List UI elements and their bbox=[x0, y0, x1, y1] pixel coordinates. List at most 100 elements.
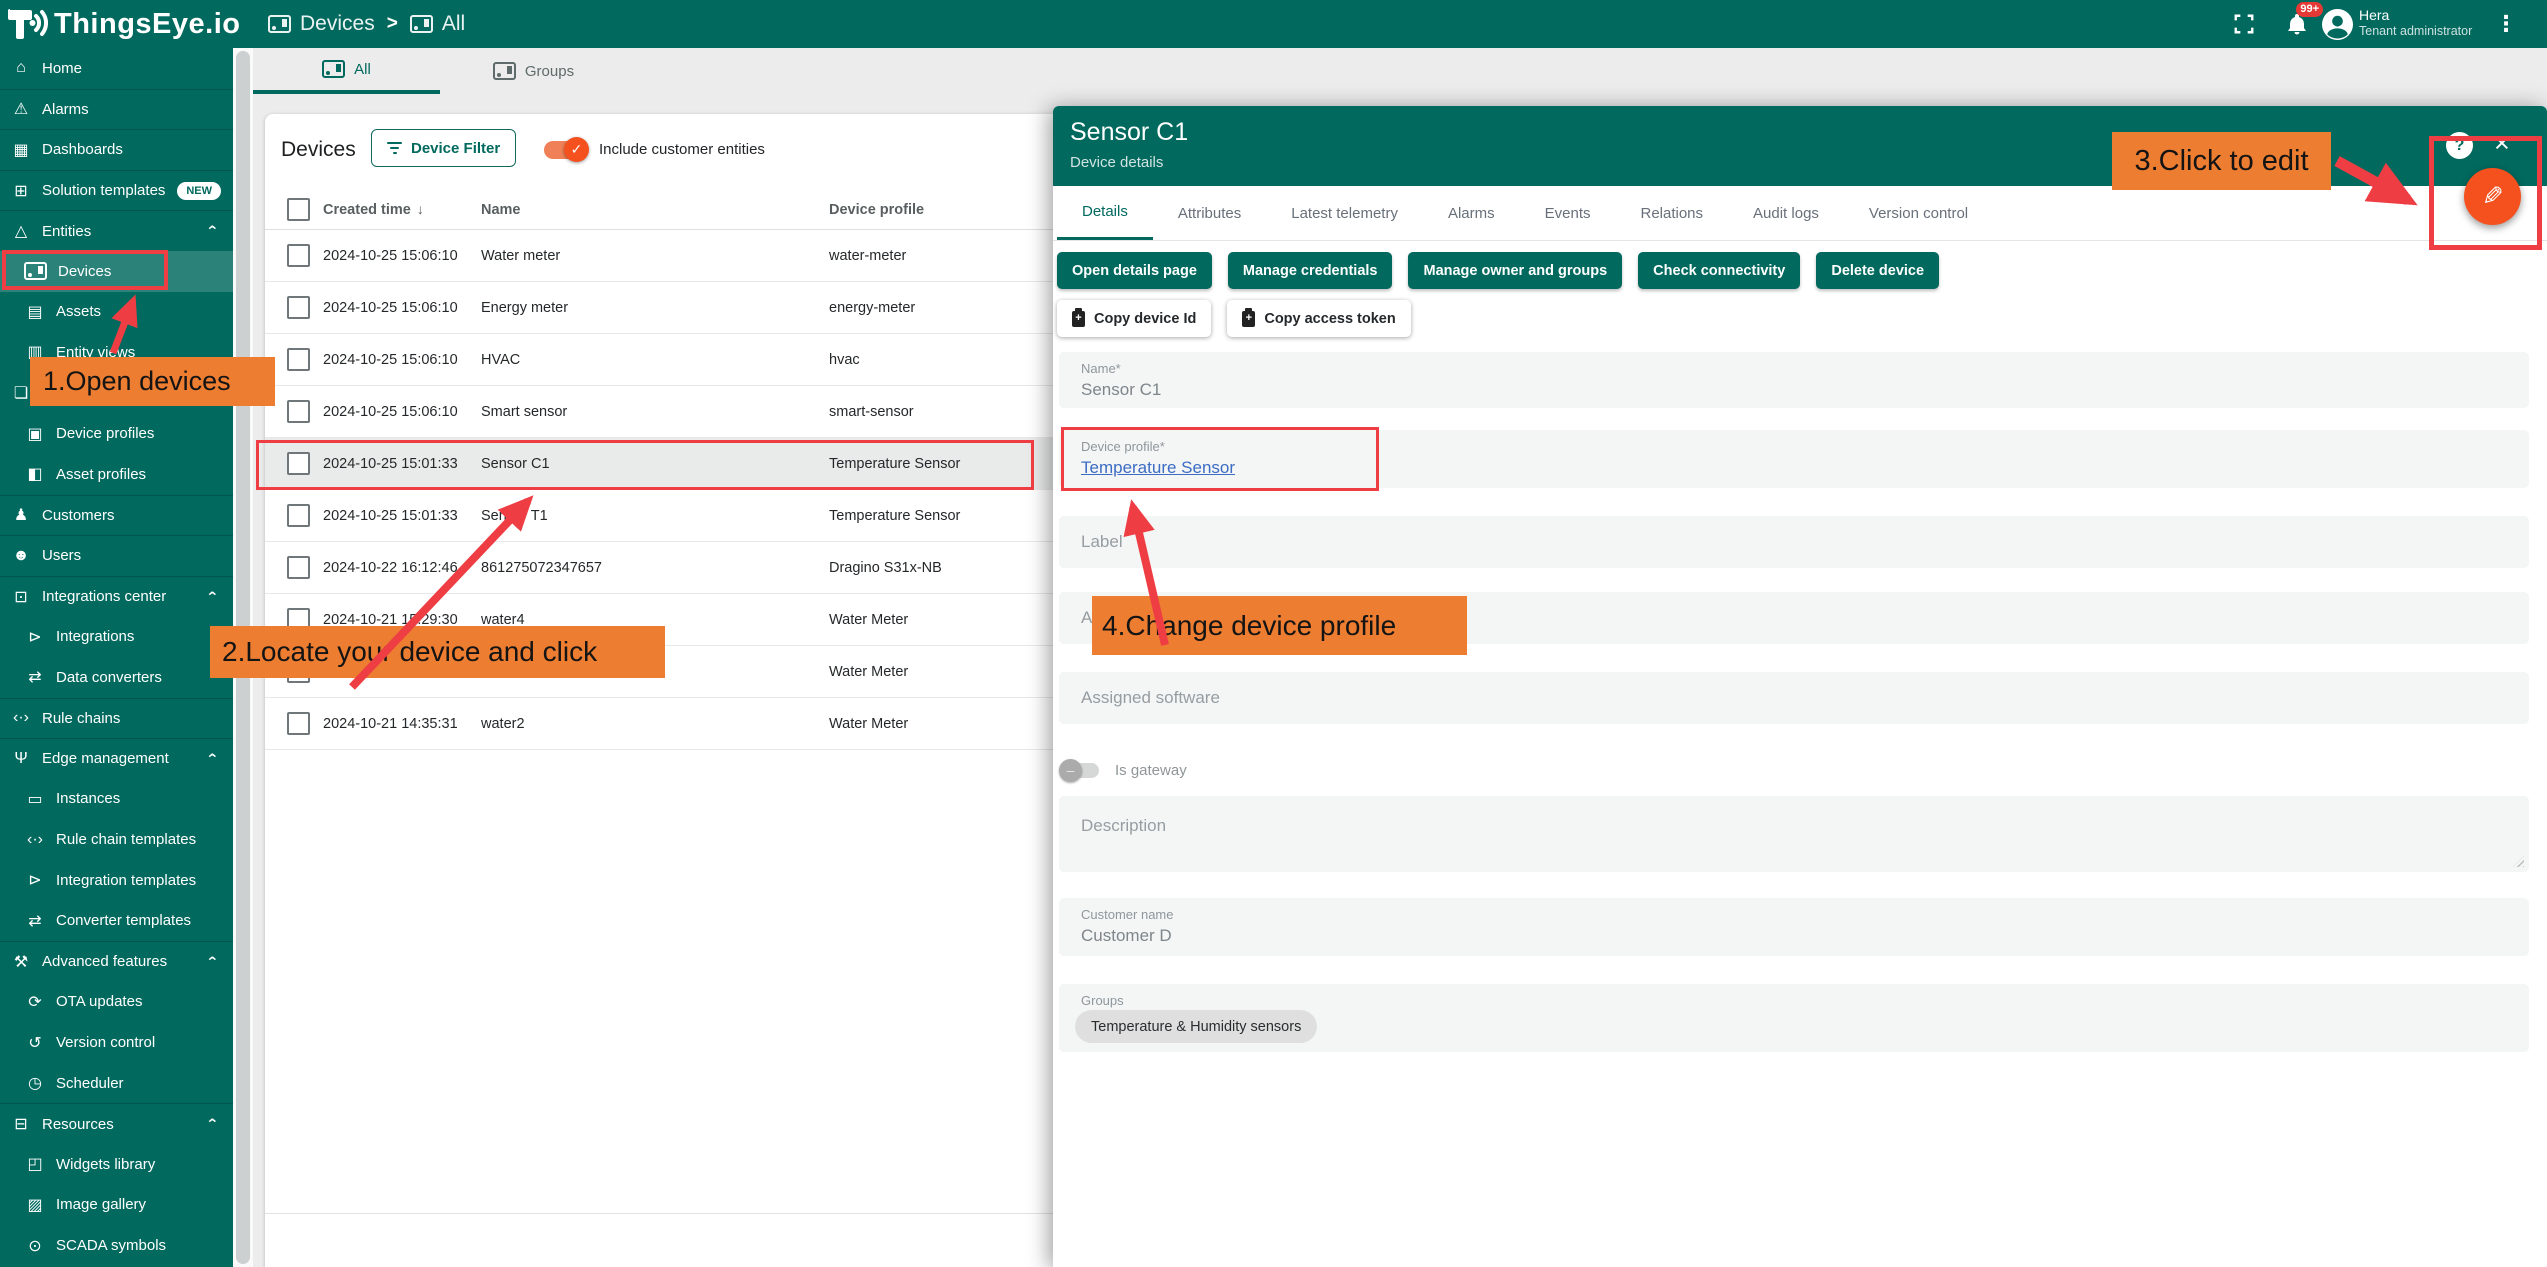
fullscreen-icon[interactable] bbox=[2233, 13, 2255, 35]
sidebar-item-integration-templates[interactable]: ⊳ Integration templates bbox=[0, 860, 233, 901]
panel-tab-alarms[interactable]: Alarms bbox=[1423, 186, 1520, 240]
sidebar-item-ota-updates[interactable]: ⟳OTA updates bbox=[0, 982, 233, 1023]
row-checkbox[interactable] bbox=[287, 504, 310, 527]
tab-all[interactable]: All bbox=[253, 48, 440, 94]
is-gateway-label: Is gateway bbox=[1115, 762, 1187, 779]
sidebar-item-dashboards[interactable]: ▦Dashboards bbox=[0, 129, 233, 170]
highlight-box-device-row bbox=[256, 440, 1034, 490]
row-checkbox[interactable] bbox=[287, 712, 310, 735]
row-checkbox[interactable] bbox=[287, 348, 310, 371]
avatar[interactable] bbox=[2322, 9, 2353, 40]
resize-handle-icon[interactable] bbox=[2513, 856, 2524, 867]
sidebar-item-label: Asset profiles bbox=[56, 466, 233, 483]
breadcrumb-devices[interactable]: Devices bbox=[268, 12, 375, 36]
select-all-checkbox[interactable] bbox=[287, 198, 310, 221]
sidebar-item-converter-templates[interactable]: ⇄Converter templates bbox=[0, 900, 233, 941]
sidebar-item-scada-symbols[interactable]: ⊙SCADA symbols bbox=[0, 1225, 233, 1266]
manage-owner-and-groups-button[interactable]: Manage owner and groups bbox=[1408, 252, 1622, 289]
groups-field: Groups Temperature & Humidity sensors bbox=[1059, 984, 2529, 1052]
sidebar-item-users[interactable]: ☻Users bbox=[0, 535, 233, 576]
panel-tab-audit-logs[interactable]: Audit logs bbox=[1728, 186, 1844, 240]
sidebar-item-data-converters[interactable]: ⇄Data converters bbox=[0, 657, 233, 698]
device-icon bbox=[322, 60, 345, 78]
sidebar-item-instances[interactable]: ▭Instances bbox=[0, 779, 233, 820]
instances-icon: ▭ bbox=[24, 789, 46, 809]
cell-name: HVAC bbox=[481, 352, 829, 368]
sidebar-item-edge-management[interactable]: ΨEdge management⌃ bbox=[0, 738, 233, 779]
panel-tab-details[interactable]: Details bbox=[1057, 186, 1153, 240]
sidebar-item-version-control[interactable]: ↺Version control bbox=[0, 1022, 233, 1063]
check-connectivity-button[interactable]: Check connectivity bbox=[1638, 252, 1800, 289]
chevron-up-icon: ⌃ bbox=[206, 953, 219, 970]
sidebar-item-customers[interactable]: ♟ Customers bbox=[0, 495, 233, 536]
chevron-up-icon: ⌃ bbox=[206, 588, 219, 605]
panel-tab-latest-telemetry[interactable]: Latest telemetry bbox=[1266, 186, 1423, 240]
include-customer-entities-toggle[interactable]: ✓ bbox=[544, 141, 586, 159]
integration-templates-icon: ⊳ bbox=[24, 870, 46, 890]
sidebar-item-label: Integration templates bbox=[56, 872, 233, 889]
cell-created: 2024-10-25 15:06:10 bbox=[323, 300, 481, 316]
delete-device-button[interactable]: Delete device bbox=[1816, 252, 1939, 289]
description-placeholder: Description bbox=[1081, 816, 1166, 836]
sidebar-item-integrations[interactable]: ⊳Integrations bbox=[0, 616, 233, 657]
sidebar-item-home[interactable]: ⌂Home bbox=[0, 48, 233, 89]
description-field[interactable]: Description bbox=[1059, 796, 2529, 872]
sidebar-item-label: Alarms bbox=[42, 101, 233, 118]
panel-tab-version-control[interactable]: Version control bbox=[1844, 186, 1993, 240]
manage-credentials-button[interactable]: Manage credentials bbox=[1228, 252, 1393, 289]
sidebar-item-asset-profiles[interactable]: ◧Asset profiles bbox=[0, 454, 233, 495]
copy-access-token-button[interactable]: Copy access token bbox=[1227, 300, 1410, 337]
sidebar-item-label: Customers bbox=[42, 507, 233, 524]
column-name[interactable]: Name bbox=[481, 202, 829, 218]
panel-tab-events[interactable]: Events bbox=[1520, 186, 1616, 240]
copy-device-id-button[interactable]: Copy device Id bbox=[1057, 300, 1211, 337]
sidebar-item-advanced-features[interactable]: ⚒Advanced features⌃ bbox=[0, 941, 233, 982]
tab-groups[interactable]: Groups bbox=[440, 48, 627, 94]
sidebar-item-assets[interactable]: ▤Assets bbox=[0, 292, 233, 333]
field-name[interactable]: Name*Sensor C1 bbox=[1059, 352, 2529, 408]
open-details-page-button[interactable]: Open details page bbox=[1057, 252, 1212, 289]
sidebar-item-integrations-center[interactable]: ⊡Integrations center⌃ bbox=[0, 576, 233, 617]
logo[interactable]: ThingsEye.io bbox=[8, 7, 240, 41]
copy-label: Copy access token bbox=[1264, 311, 1395, 327]
sidebar-item-widgets-library[interactable]: ◰Widgets library bbox=[0, 1144, 233, 1185]
sidebar-item-rule-chain-templates[interactable]: ‹·›Rule chain templates bbox=[0, 819, 233, 860]
sidebar-item-rule-chains[interactable]: ‹·›Rule chains bbox=[0, 698, 233, 739]
sidebar-item-resources[interactable]: ⊟Resources⌃ bbox=[0, 1103, 233, 1144]
panel-copy-actions: Copy device Id Copy access token bbox=[1057, 300, 1411, 337]
cell-name: Energy meter bbox=[481, 300, 829, 316]
sidebar-item-alarms[interactable]: ⚠Alarms bbox=[0, 89, 233, 130]
rule-chain-templates-icon: ‹·› bbox=[24, 831, 46, 849]
user-info[interactable]: Hera Tenant administrator bbox=[2359, 7, 2487, 39]
highlight-box-device-profile bbox=[1061, 427, 1379, 491]
customer-name-value: Customer D bbox=[1081, 926, 1172, 946]
sidebar-item-solution-templates[interactable]: ⊞Solution templatesNEW bbox=[0, 170, 233, 211]
row-checkbox[interactable] bbox=[287, 244, 310, 267]
row-checkbox[interactable] bbox=[287, 296, 310, 319]
widgets-library-icon: ◰ bbox=[24, 1154, 46, 1174]
breadcrumb-all[interactable]: All bbox=[410, 12, 465, 36]
device-filter-label: Device Filter bbox=[411, 140, 500, 157]
is-gateway-toggle[interactable]: – bbox=[1061, 763, 1099, 778]
panel-tab-attributes[interactable]: Attributes bbox=[1153, 186, 1266, 240]
is-gateway-row: – Is gateway bbox=[1061, 756, 1187, 784]
field-label[interactable]: Label bbox=[1059, 516, 2529, 568]
row-checkbox[interactable] bbox=[287, 556, 310, 579]
sidebar-item-entities[interactable]: △Entities⌃ bbox=[0, 210, 233, 251]
toggle-knob-icon: – bbox=[1059, 759, 1082, 782]
row-checkbox[interactable] bbox=[287, 400, 310, 423]
tab-label: Groups bbox=[525, 63, 574, 80]
kebab-menu-icon[interactable]: ⋮ bbox=[2495, 11, 2517, 37]
sidebar-item-label: Entities bbox=[42, 223, 206, 240]
panel-tab-relations[interactable]: Relations bbox=[1615, 186, 1728, 240]
customers-icon: ♟ bbox=[10, 505, 32, 525]
sidebar-item-scheduler[interactable]: ◷Scheduler bbox=[0, 1063, 233, 1104]
sidebar: ⌂Home⚠Alarms▦Dashboards⊞Solution templat… bbox=[0, 48, 233, 1267]
field-assigned-software[interactable]: Assigned software bbox=[1059, 672, 2529, 724]
integrations-center-icon: ⊡ bbox=[10, 587, 32, 607]
sidebar-item-device-profiles[interactable]: ▣Device profiles bbox=[0, 413, 233, 454]
column-created-time[interactable]: Created time↓ bbox=[323, 201, 481, 218]
group-chip[interactable]: Temperature & Humidity sensors bbox=[1075, 1010, 1317, 1043]
device-filter-button[interactable]: Device Filter bbox=[371, 129, 516, 167]
sidebar-item-image-gallery[interactable]: ▨Image gallery bbox=[0, 1185, 233, 1226]
